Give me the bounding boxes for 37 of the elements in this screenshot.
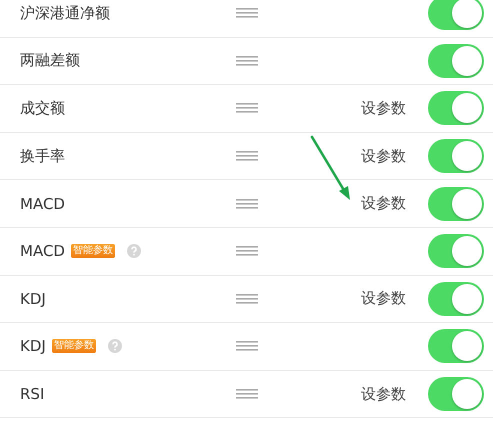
set-params-link[interactable]: 设参数 xyxy=(361,98,406,118)
toggle-switch[interactable] xyxy=(428,44,484,78)
toggle-switch[interactable] xyxy=(428,139,484,174)
drag-handle-icon[interactable] xyxy=(236,198,258,209)
toggle-switch[interactable] xyxy=(428,282,484,316)
drag-handle-icon[interactable] xyxy=(236,389,258,400)
indicator-name: MACD xyxy=(20,242,65,260)
smart-param-badge: 智能参数 xyxy=(52,339,96,354)
indicator-name: 成交额 xyxy=(20,98,65,118)
smart-param-badge: 智能参数 xyxy=(70,244,115,258)
drag-handle-icon[interactable] xyxy=(236,341,258,352)
set-params-link[interactable]: 设参数 xyxy=(361,384,406,404)
toggle-switch[interactable] xyxy=(428,0,484,30)
toggle-switch[interactable] xyxy=(428,186,484,221)
help-icon[interactable] xyxy=(126,244,141,258)
indicator-name: MACD xyxy=(20,194,65,213)
toggle-switch[interactable] xyxy=(428,377,484,412)
toggle-switch[interactable] xyxy=(428,329,484,364)
toggle-switch[interactable] xyxy=(428,91,484,126)
indicator-name: 换手率 xyxy=(20,146,65,166)
drag-handle-icon[interactable] xyxy=(236,8,258,18)
indicator-name: KDJ xyxy=(20,290,46,308)
annotation-arrow xyxy=(309,134,353,202)
set-params-link[interactable]: 设参数 xyxy=(361,289,406,308)
indicator-name: 两融差额 xyxy=(20,51,80,70)
set-params-link[interactable]: 设参数 xyxy=(361,146,406,166)
toggle-switch[interactable] xyxy=(428,234,484,268)
drag-handle-icon[interactable] xyxy=(236,103,258,114)
set-params-link[interactable]: 设参数 xyxy=(361,194,406,214)
drag-handle-icon[interactable] xyxy=(236,246,258,256)
drag-handle-icon[interactable] xyxy=(236,151,258,162)
drag-handle-icon[interactable] xyxy=(236,56,258,66)
drag-handle-icon[interactable] xyxy=(236,294,258,304)
indicator-name: KDJ xyxy=(20,337,46,356)
indicator-name: RSI xyxy=(20,385,44,404)
help-icon[interactable] xyxy=(108,339,122,354)
indicator-name: 沪深港通净额 xyxy=(20,4,110,23)
